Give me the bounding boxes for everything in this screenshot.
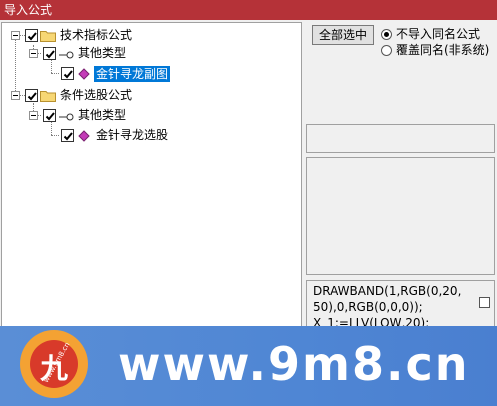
tree-connector: [51, 135, 59, 136]
folder-icon: [40, 31, 56, 42]
description-panel: [306, 157, 495, 275]
tree-checkbox[interactable]: [61, 67, 74, 80]
key-icon: [59, 113, 74, 121]
tree-checkbox[interactable]: [61, 129, 74, 142]
tree-checkbox[interactable]: [25, 89, 38, 102]
info-panel: [306, 124, 495, 153]
formula-gem-icon: [78, 68, 90, 80]
select-all-button[interactable]: 全部选中: [312, 25, 374, 45]
collapse-icon[interactable]: [29, 49, 38, 58]
tree-node-label: 其他类型: [78, 108, 127, 122]
tree-connector: [51, 59, 52, 73]
tree-node-label: 金针寻龙副图: [94, 66, 171, 82]
tree-checkbox[interactable]: [43, 47, 56, 60]
collapse-icon[interactable]: [11, 31, 20, 40]
tree-checkbox[interactable]: [25, 29, 38, 42]
tree-node-label: 其他类型: [78, 46, 127, 60]
overwrite-duplicate-label: 覆盖同名(非系统): [396, 43, 490, 57]
code-preview[interactable]: DRAWBAND(1,RGB(0,20,50),0,RGB(0,0,0)); X…: [306, 280, 495, 330]
skip-duplicate-radio[interactable]: [381, 29, 392, 40]
folder-icon: [40, 91, 56, 102]
watermark-banner: 九 www.9m8.cn www.9m8.cn: [0, 326, 497, 406]
code-preview-text: DRAWBAND(1,RGB(0,20,50),0,RGB(0,0,0)); X…: [313, 284, 462, 330]
collapse-icon[interactable]: [11, 91, 20, 100]
site-logo: 九 www.9m8.cn: [20, 330, 88, 398]
tree-node-label: 条件选股公式: [60, 88, 133, 102]
code-preview-checkbox[interactable]: [479, 297, 490, 308]
tree-connector: [51, 73, 59, 74]
window-title-bar[interactable]: 导入公式: [0, 0, 497, 20]
tree-checkbox[interactable]: [43, 109, 56, 122]
tree-node-label: 技术指标公式: [60, 28, 133, 42]
tree-node-label: 金针寻龙选股: [96, 128, 169, 142]
key-icon: [59, 51, 74, 59]
site-url-text: www.9m8.cn: [118, 337, 470, 391]
skip-duplicate-label: 不导入同名公式: [396, 27, 481, 41]
formula-tree[interactable]: 技术指标公式 其他类型 金针寻龙副图 条件选股公式 其他类型 金针寻龙选股: [1, 22, 302, 327]
overwrite-duplicate-radio[interactable]: [381, 45, 392, 56]
tree-connector: [15, 37, 16, 97]
tree-connector: [51, 121, 52, 135]
window-title: 导入公式: [4, 3, 53, 17]
formula-gem-icon: [78, 130, 90, 142]
collapse-icon[interactable]: [29, 111, 38, 120]
